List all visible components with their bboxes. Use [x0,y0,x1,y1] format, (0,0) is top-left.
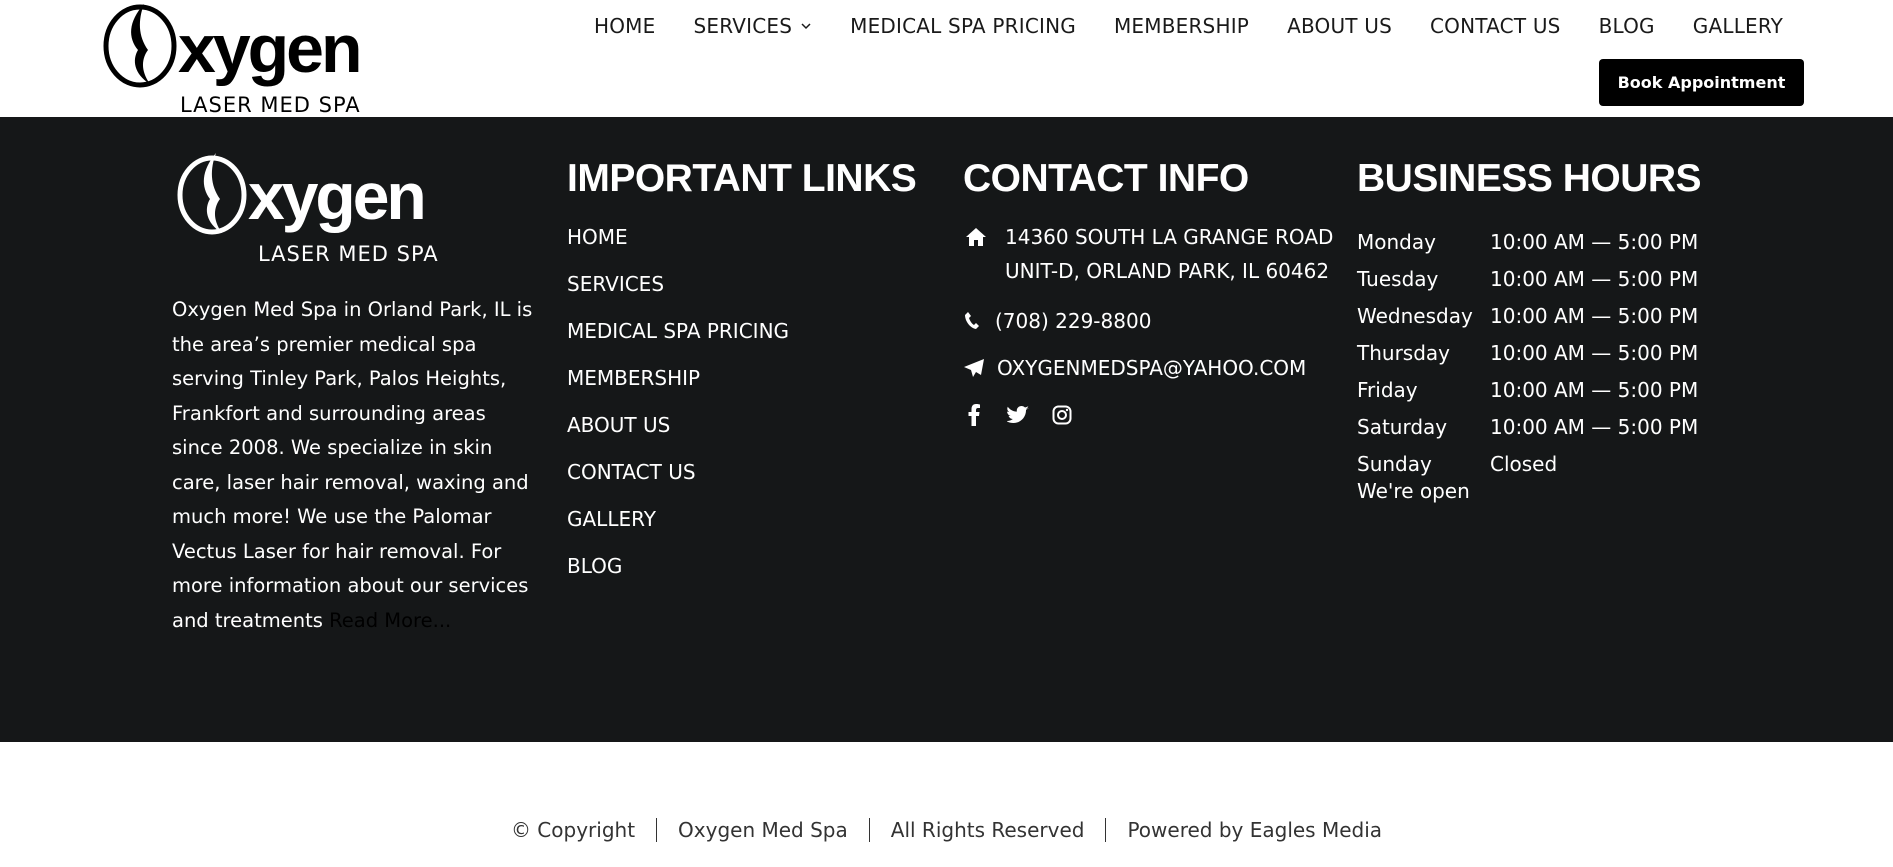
list-item: MEDICAL SPA PRICING [567,319,789,366]
footer-link-gallery[interactable]: GALLERY [567,507,656,531]
day: Sunday [1357,451,1432,476]
hours-row: Tuesday 10:00 AM — 5:00 PM [1357,260,1698,297]
footer-link-medical-spa-pricing[interactable]: MEDICAL SPA PRICING [567,319,789,343]
divider [1105,818,1107,842]
site-footer: xygen LASER MED SPA Oxygen Med Spa in Or… [0,117,1893,742]
footer-logo[interactable]: xygen LASER MED SPA [172,147,462,269]
hours-table: Monday 10:00 AM — 5:00 PM Tuesday 10:00 AM… [1357,223,1698,482]
address-line-2: UNIT-D, ORLAND PARK, IL 60462 [1005,259,1330,283]
nav-membership[interactable]: MEMBERSHIP [1095,14,1268,38]
footer-link-home[interactable]: HOME [567,225,628,249]
business-hours-heading: BUSINESS HOURS [1357,157,1702,200]
divider [656,818,658,842]
main-nav: HOME SERVICES MEDICAL SPA PRICING MEMBER… [575,14,1802,38]
footer-link-blog[interactable]: BLOG [567,554,622,578]
nav-home[interactable]: HOME [575,14,674,38]
time: 10:00 AM — 5:00 PM [1490,377,1699,402]
company-name: Oxygen Med Spa [678,818,848,842]
hours-row: Saturday 10:00 AM — 5:00 PM [1357,408,1698,445]
time: 10:00 AM — 5:00 PM [1490,229,1699,254]
svg-text:LASER MED SPA: LASER MED SPA [180,93,361,117]
list-item: MEMBERSHIP [567,366,789,413]
about-paragraph: Oxygen Med Spa in Orland Park, IL is the… [172,298,533,632]
instagram-icon[interactable] [1051,404,1073,426]
phone-link[interactable]: (708) 229-8800 [995,304,1151,338]
footer-link-services[interactable]: SERVICES [567,272,664,296]
email-link[interactable]: OXYGENMEDSPA@YAHOO.COM [997,351,1306,385]
list-item: ABOUT US [567,413,789,460]
svg-text:xygen: xygen [178,11,360,87]
footer-link-about-us[interactable]: ABOUT US [567,413,670,437]
list-item: BLOG [567,554,789,601]
time: 10:00 AM — 5:00 PM [1490,340,1699,365]
time: 10:00 AM — 5:00 PM [1490,266,1699,291]
nav-services[interactable]: SERVICES [674,14,831,38]
footer-link-contact-us[interactable]: CONTACT US [567,460,696,484]
facebook-icon[interactable] [963,404,985,426]
nav-services-label: SERVICES [693,14,793,38]
book-appointment-button[interactable]: Book Appointment [1599,59,1804,106]
list-item: CONTACT US [567,460,789,507]
rights-text: All Rights Reserved [890,818,1085,842]
send-icon [963,351,985,385]
footer-link-membership[interactable]: MEMBERSHIP [567,366,700,390]
time: Closed [1490,451,1558,476]
hours-row: Monday 10:00 AM — 5:00 PM [1357,223,1698,260]
divider [868,818,870,842]
chevron-down-icon [801,23,811,30]
home-icon [963,220,989,254]
address: 14360 SOUTH LA GRANGE ROAD UNIT-D, ORLAN… [963,220,1333,288]
day: Saturday [1357,414,1448,439]
time: 10:00 AM — 5:00 PM [1490,414,1699,439]
open-status: We're open [1357,479,1470,503]
copyright-bar: © Copyright Oxygen Med Spa All Rights Re… [0,818,1893,842]
day: Tuesday [1357,266,1439,291]
address-line-1: 14360 SOUTH LA GRANGE ROAD [1005,225,1334,249]
day: Monday [1357,229,1436,254]
powered-by-text[interactable]: Powered by Eagles Media [1127,818,1382,842]
svg-text:LASER MED SPA: LASER MED SPA [258,242,439,266]
phone-icon [963,304,981,338]
hours-row: Wednesday 10:00 AM — 5:00 PM [1357,297,1698,334]
phone: (708) 229-8800 [963,304,1151,338]
day: Friday [1357,377,1418,402]
svg-text:xygen: xygen [248,159,424,233]
nav-blog[interactable]: BLOG [1580,14,1674,38]
hours-row: Thursday 10:00 AM — 5:00 PM [1357,334,1698,371]
time: 10:00 AM — 5:00 PM [1490,303,1699,328]
read-more-link[interactable]: Read More... [329,609,451,632]
nav-about-us[interactable]: ABOUT US [1268,14,1411,38]
email: OXYGENMEDSPA@YAHOO.COM [963,351,1306,385]
hours-row: Friday 10:00 AM — 5:00 PM [1357,371,1698,408]
day: Thursday [1357,340,1450,365]
about-text: Oxygen Med Spa in Orland Park, IL is the… [172,293,542,638]
list-item: HOME [567,225,789,272]
copyright-text: © Copyright [510,818,636,842]
twitter-icon[interactable] [1007,404,1029,426]
address-text: 14360 SOUTH LA GRANGE ROAD UNIT-D, ORLAN… [1005,220,1333,288]
contact-info-heading: CONTACT INFO [963,157,1249,200]
important-links-heading: IMPORTANT LINKS [567,157,917,200]
list-item: GALLERY [567,507,789,554]
nav-medical-spa-pricing[interactable]: MEDICAL SPA PRICING [831,14,1095,38]
social-links [963,404,1073,426]
hours-row: Sunday Closed [1357,445,1698,482]
nav-gallery[interactable]: GALLERY [1674,14,1802,38]
list-item: SERVICES [567,272,789,319]
day: Wednesday [1357,303,1473,328]
important-links-list: HOME SERVICES MEDICAL SPA PRICING MEMBER… [567,225,789,601]
nav-contact-us[interactable]: CONTACT US [1411,14,1580,38]
site-header: xygen LASER MED SPA HOME SERVICES MEDICA… [0,0,1893,117]
oxygen-logo[interactable]: xygen LASER MED SPA [98,0,368,117]
